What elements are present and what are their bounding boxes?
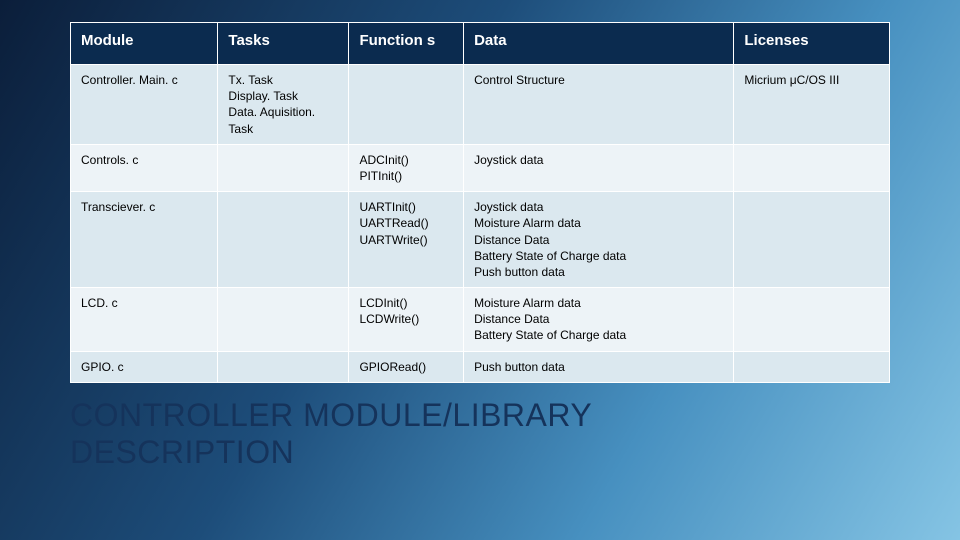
table-row: Controls. c ADCInit() PITInit() Joystick… [71, 144, 890, 191]
title-line-2: DESCRIPTION [70, 434, 294, 470]
col-licenses: Licenses [734, 23, 890, 65]
header-row: Module Tasks Function s Data Licenses [71, 23, 890, 65]
cell-module: Transciever. c [71, 192, 218, 288]
cell-licenses [734, 288, 890, 352]
cell-tasks [218, 351, 349, 382]
module-table: Module Tasks Function s Data Licenses Co… [70, 22, 890, 383]
module-table-wrap: Module Tasks Function s Data Licenses Co… [70, 22, 890, 383]
cell-licenses: Micrium μC/OS III [734, 65, 890, 145]
cell-tasks [218, 192, 349, 288]
table-row: Controller. Main. c Tx. Task Display. Ta… [71, 65, 890, 145]
page-title: CONTROLLER MODULE/LIBRARY DESCRIPTION [70, 397, 890, 471]
cell-functions [349, 65, 464, 145]
col-module: Module [71, 23, 218, 65]
table-row: GPIO. c GPIORead() Push button data [71, 351, 890, 382]
cell-module: Controls. c [71, 144, 218, 191]
cell-functions: ADCInit() PITInit() [349, 144, 464, 191]
cell-data: Moisture Alarm data Distance Data Batter… [464, 288, 734, 352]
cell-module: Controller. Main. c [71, 65, 218, 145]
cell-data: Control Structure [464, 65, 734, 145]
cell-data: Joystick data [464, 144, 734, 191]
col-tasks: Tasks [218, 23, 349, 65]
cell-module: GPIO. c [71, 351, 218, 382]
cell-licenses [734, 351, 890, 382]
cell-tasks [218, 288, 349, 352]
cell-licenses [734, 192, 890, 288]
cell-tasks [218, 144, 349, 191]
table-row: Transciever. c UARTInit() UARTRead() UAR… [71, 192, 890, 288]
cell-data: Joystick data Moisture Alarm data Distan… [464, 192, 734, 288]
cell-functions: GPIORead() [349, 351, 464, 382]
cell-licenses [734, 144, 890, 191]
slide: Module Tasks Function s Data Licenses Co… [0, 0, 960, 540]
cell-functions: UARTInit() UARTRead() UARTWrite() [349, 192, 464, 288]
title-line-1: CONTROLLER MODULE/LIBRARY [70, 397, 592, 433]
col-data: Data [464, 23, 734, 65]
cell-tasks: Tx. Task Display. Task Data. Aquisition.… [218, 65, 349, 145]
cell-functions: LCDInit() LCDWrite() [349, 288, 464, 352]
cell-module: LCD. c [71, 288, 218, 352]
cell-data: Push button data [464, 351, 734, 382]
col-functions: Function s [349, 23, 464, 65]
table-row: LCD. c LCDInit() LCDWrite() Moisture Ala… [71, 288, 890, 352]
